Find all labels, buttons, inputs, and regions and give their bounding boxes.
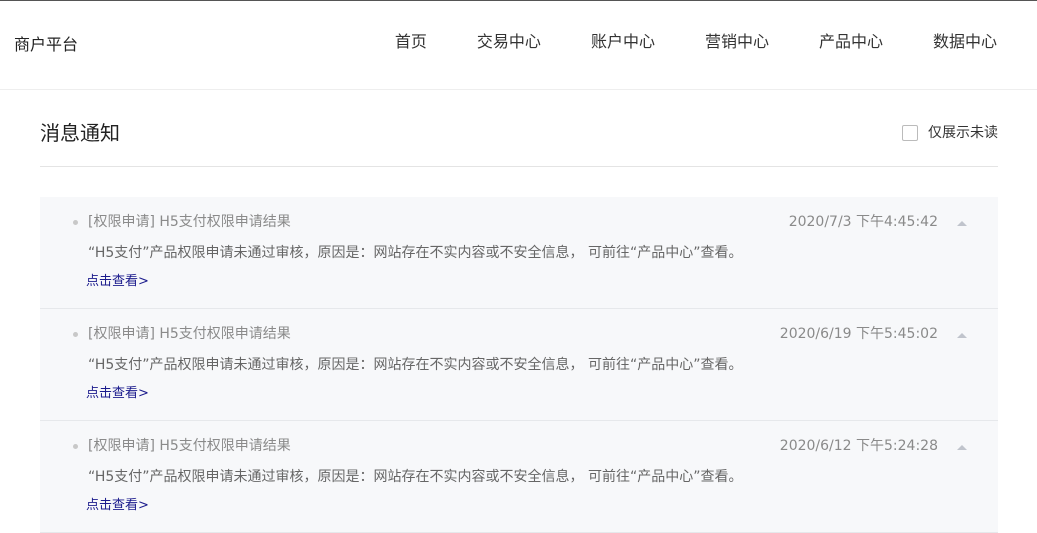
chevron-up-icon[interactable] xyxy=(956,331,968,339)
message-body: “H5支付”产品权限申请未通过审核，原因是：网站存在不实内容或不安全信息， 可前… xyxy=(88,357,743,373)
message-time: 2020/6/12 下午5:24:28 xyxy=(779,438,938,454)
brand-title[interactable]: 商户平台 xyxy=(14,35,78,55)
message-item: [权限申请] H5支付权限申请结果 2020/7/3 下午4:45:42 “H5… xyxy=(40,197,998,309)
message-body: “H5支付”产品权限申请未通过审核，原因是：网站存在不实内容或不安全信息， 可前… xyxy=(88,245,743,261)
nav-item-data-center[interactable]: 数据中心 xyxy=(933,31,997,53)
view-details-link[interactable]: 点击查看> xyxy=(86,273,149,291)
message-item: [权限申请] H5支付权限申请结果 2020/6/12 下午5:24:28 “H… xyxy=(40,421,998,533)
main-nav: 首页 交易中心 账户中心 营销中心 产品中心 数据中心 xyxy=(395,31,997,53)
bullet-dot-icon xyxy=(73,444,78,449)
message-item: [权限申请] H5支付权限申请结果 2020/6/19 下午5:45:02 “H… xyxy=(40,309,998,421)
bullet-dot-icon xyxy=(73,332,78,337)
main-content: 消息通知 仅展示未读 [权限申请] H5支付权限申请结果 2020/7/3 下午… xyxy=(40,90,998,533)
unread-only-checkbox[interactable] xyxy=(902,125,918,141)
message-title: [权限申请] H5支付权限申请结果 xyxy=(88,214,291,230)
nav-item-home[interactable]: 首页 xyxy=(395,31,427,53)
page-header: 消息通知 仅展示未读 xyxy=(40,90,998,167)
message-title: [权限申请] H5支付权限申请结果 xyxy=(88,326,291,342)
page-title: 消息通知 xyxy=(40,121,120,145)
view-details-link[interactable]: 点击查看> xyxy=(86,497,149,515)
bullet-dot-icon xyxy=(73,220,78,225)
message-body: “H5支付”产品权限申请未通过审核，原因是：网站存在不实内容或不安全信息， 可前… xyxy=(88,469,743,485)
nav-item-trade-center[interactable]: 交易中心 xyxy=(477,31,541,53)
message-title: [权限申请] H5支付权限申请结果 xyxy=(88,438,291,454)
nav-item-marketing-center[interactable]: 营销中心 xyxy=(705,31,769,53)
view-details-link[interactable]: 点击查看> xyxy=(86,385,149,403)
unread-only-label[interactable]: 仅展示未读 xyxy=(928,124,998,142)
chevron-up-icon[interactable] xyxy=(956,219,968,227)
message-list: [权限申请] H5支付权限申请结果 2020/7/3 下午4:45:42 “H5… xyxy=(40,197,998,533)
chevron-up-icon[interactable] xyxy=(956,443,968,451)
unread-only-toggle[interactable]: 仅展示未读 xyxy=(902,124,998,142)
nav-item-product-center[interactable]: 产品中心 xyxy=(819,31,883,53)
message-time: 2020/7/3 下午4:45:42 xyxy=(788,214,938,230)
nav-item-account-center[interactable]: 账户中心 xyxy=(591,31,655,53)
top-navigation-bar: 商户平台 首页 交易中心 账户中心 营销中心 产品中心 数据中心 xyxy=(0,0,1037,90)
message-time: 2020/6/19 下午5:45:02 xyxy=(779,326,938,342)
